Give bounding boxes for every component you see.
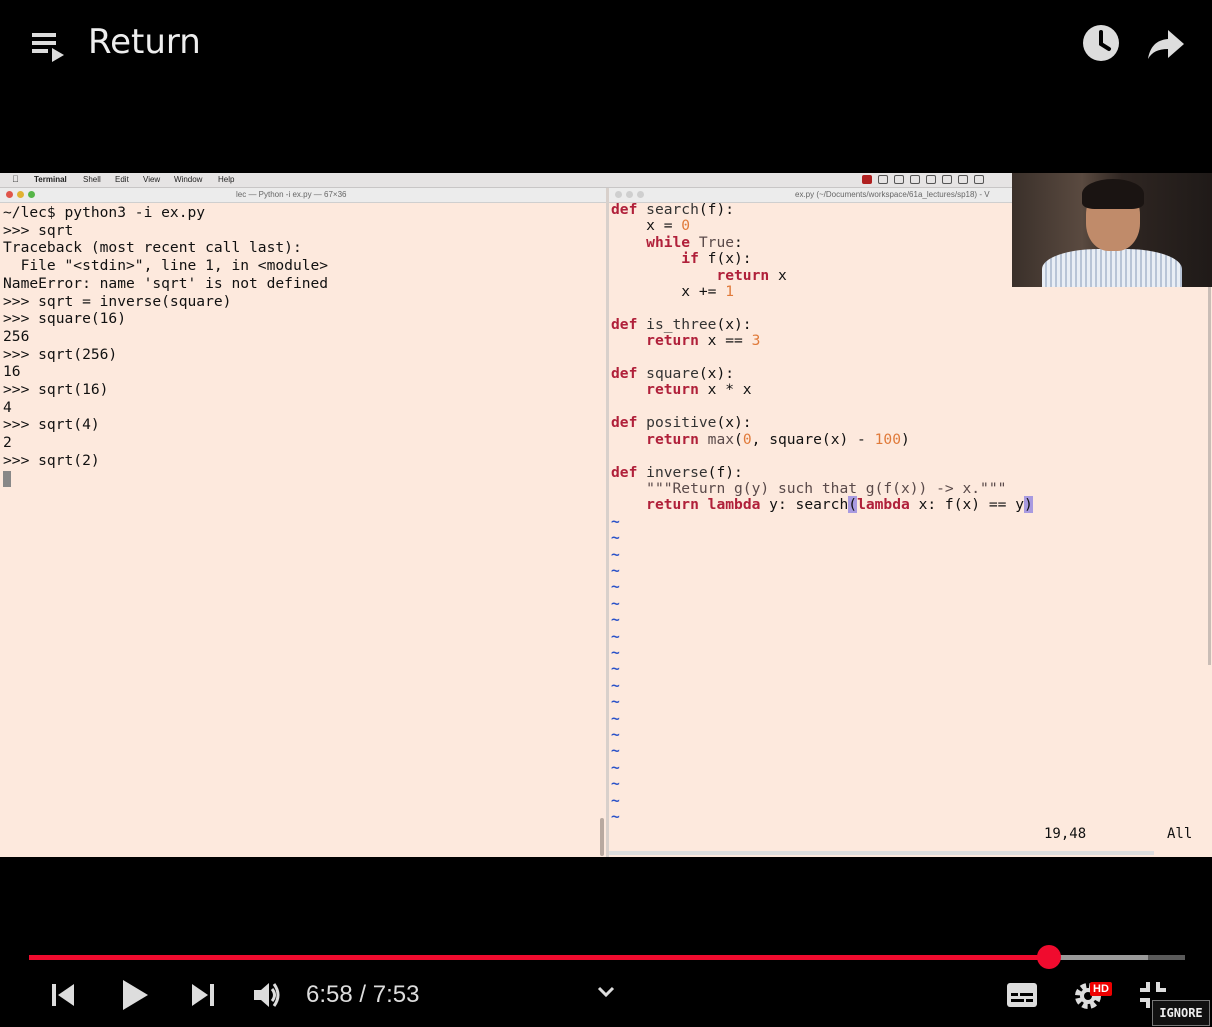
previous-icon[interactable]	[50, 982, 76, 1008]
progress-bar[interactable]	[29, 945, 1185, 969]
window-controls	[6, 191, 39, 200]
editor-window-title: ex.py (~/Documents/workspace/61a_lecture…	[795, 190, 990, 199]
video-title[interactable]: Return	[88, 22, 201, 62]
terminal-line: 2	[3, 434, 12, 452]
menu-status-icons	[862, 175, 990, 186]
terminal-line: 16	[3, 363, 21, 381]
top-bar: Return	[0, 0, 1212, 90]
editor-code: def search(f): x = 0 while True: if f(x)…	[611, 201, 1033, 826]
current-time: 6:58	[306, 981, 353, 1008]
menu-item: Terminal	[34, 175, 67, 184]
chevron-down-icon[interactable]	[596, 985, 616, 999]
terminal-line: File "<stdin>", line 1, in <module>	[3, 257, 329, 275]
menu-item: Window	[174, 175, 203, 184]
terminal-line: NameError: name 'sqrt' is not defined	[3, 274, 329, 292]
hd-badge: HD	[1090, 982, 1112, 996]
webcam-overlay	[1012, 173, 1212, 287]
menu-item: View	[143, 175, 161, 184]
played-bar	[29, 955, 1049, 960]
terminal-line: 4	[3, 398, 12, 416]
terminal-output: ~/lec$ python3 -i ex.py >>> sqrt Traceback…	[3, 204, 328, 487]
menu-item: Help	[218, 175, 235, 184]
scrubber-handle[interactable]	[1036, 945, 1061, 969]
editor-pane[interactable]: def search(f): x = 0 while True: if f(x)…	[609, 201, 1212, 857]
next-icon[interactable]	[190, 982, 216, 1008]
volume-icon[interactable]	[252, 980, 282, 1010]
apple-icon: 	[12, 174, 19, 184]
terminal-line: ~/lec$ python3 -i ex.py	[3, 204, 206, 221]
scroll-position: All	[1167, 826, 1193, 842]
terminal-line: >>> sqrt(256)	[3, 345, 118, 363]
empty-line-markers: ~ ~ ~ ~ ~ ~ ~ ~ ~ ~ ~ ~ ~ ~ ~ ~ ~ ~ ~	[611, 512, 620, 826]
terminal-line: >>> sqrt(2)	[3, 451, 100, 469]
duration: 7:53	[372, 981, 420, 1008]
subtitles-icon[interactable]	[1006, 982, 1038, 1008]
editor-bottom-bar	[609, 851, 1154, 855]
cursor-position: 19,48	[1044, 826, 1087, 842]
zoom-dot-icon	[28, 191, 35, 198]
ignore-button[interactable]: IGNORE	[1152, 1000, 1210, 1026]
terminal-line: >>> sqrt(16)	[3, 381, 109, 399]
video-frame[interactable]:  Terminal Shell Edit View Window Help l…	[0, 173, 1212, 857]
minimize-dot-icon	[17, 191, 24, 198]
menu-item: Edit	[115, 175, 129, 184]
terminal-line: >>> sqrt = inverse(square)	[3, 292, 232, 310]
terminal-scrollbar[interactable]	[600, 818, 604, 856]
time-display: 6:58 / 7:53	[306, 981, 419, 1009]
time-separator: /	[352, 981, 373, 1008]
mac-menu-bar:  Terminal Shell Edit View Window Help	[0, 173, 1012, 188]
window-controls	[615, 191, 648, 200]
terminal-title-bar: lec — Python -i ex.py — 67×36	[0, 188, 606, 203]
share-icon[interactable]	[1146, 26, 1186, 62]
menu-item: Shell	[83, 175, 101, 184]
play-icon[interactable]	[120, 978, 150, 1012]
terminal-pane[interactable]: ~/lec$ python3 -i ex.py >>> sqrt Traceback…	[0, 203, 604, 857]
terminal-window-title: lec — Python -i ex.py — 67×36	[236, 190, 347, 199]
terminal-line: Traceback (most recent call last):	[3, 239, 302, 257]
terminal-cursor	[3, 470, 11, 487]
watch-later-icon[interactable]	[1082, 24, 1120, 62]
close-dot-icon	[6, 191, 13, 198]
terminal-line: >>> square(16)	[3, 310, 127, 328]
terminal-line: 256	[3, 327, 30, 345]
playlist-icon[interactable]	[32, 30, 68, 62]
terminal-line: >>> sqrt	[3, 221, 74, 239]
terminal-line: >>> sqrt(4)	[3, 416, 100, 434]
